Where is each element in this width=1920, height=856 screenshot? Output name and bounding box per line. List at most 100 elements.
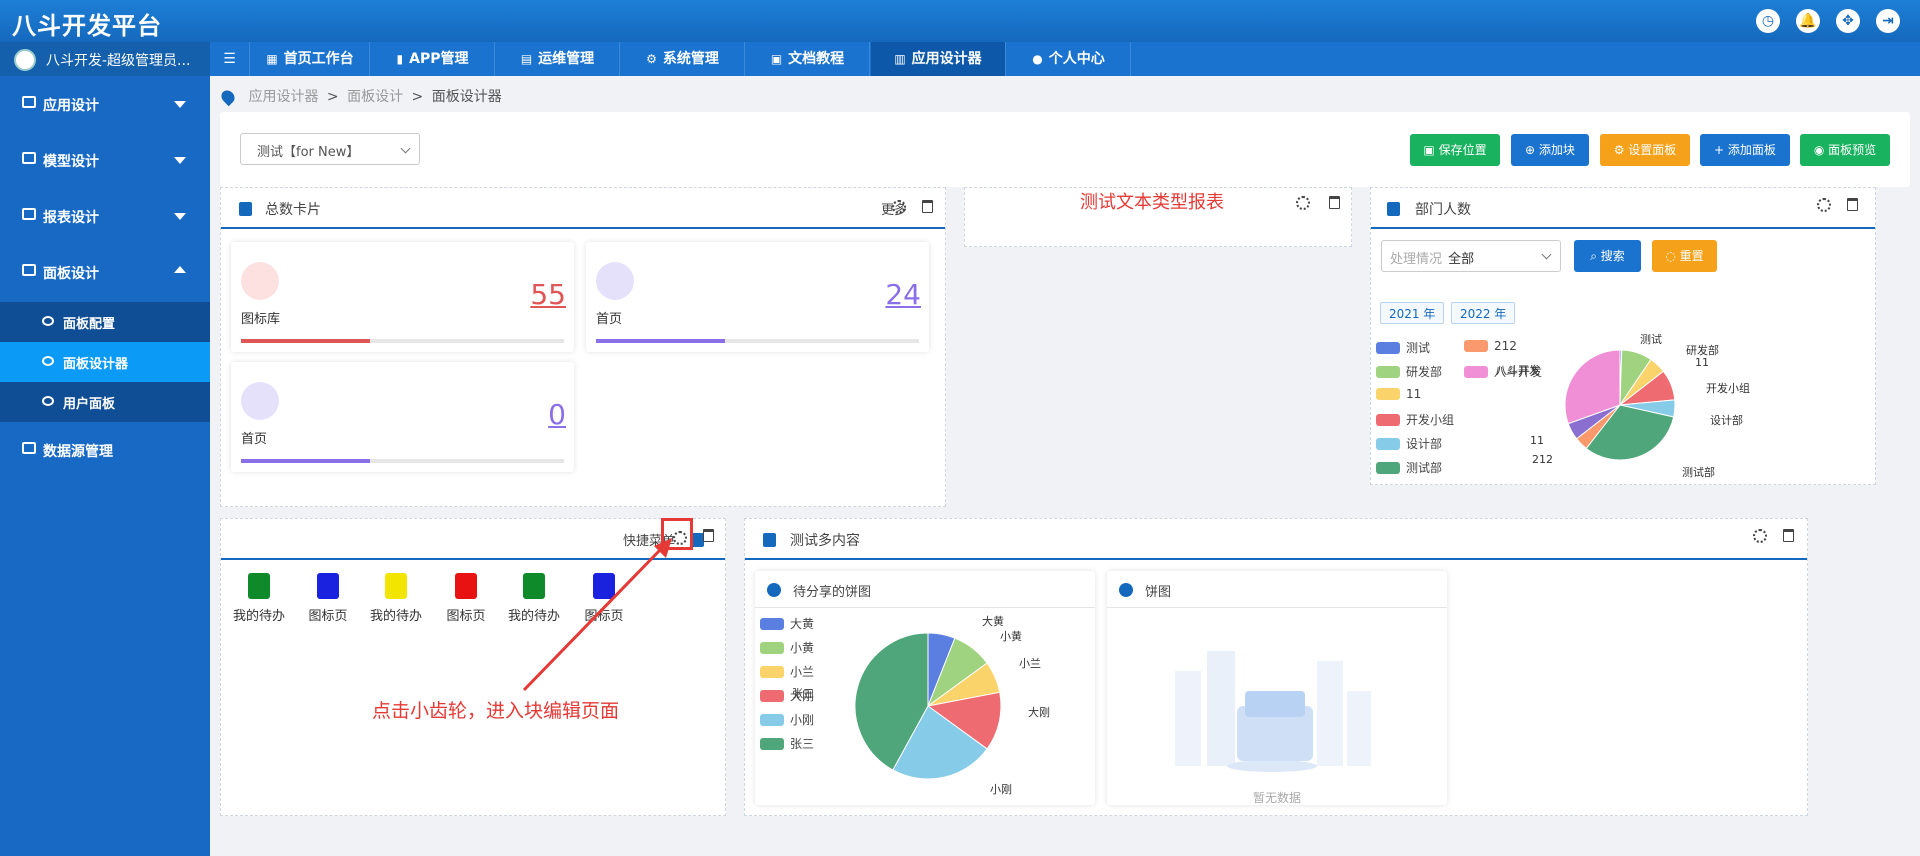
text-report-panel: 测试文本类型报表 bbox=[964, 187, 1352, 247]
filter-placeholder: 处理情况 bbox=[1390, 252, 1443, 267]
panel-header: 部门人数 bbox=[1371, 188, 1875, 229]
legend-item[interactable]: 212 bbox=[1464, 339, 1517, 353]
save-position-button[interactable]: ▣ 保存位置 bbox=[1410, 134, 1500, 166]
quick-menu-item[interactable]: 我的待办 bbox=[229, 573, 289, 624]
chevron-down-icon bbox=[174, 157, 186, 164]
legend-label: 张三 bbox=[790, 737, 815, 751]
button-label: 添加块 bbox=[1538, 143, 1575, 157]
tab-docs[interactable]: ▣ 文档教程 bbox=[746, 42, 870, 76]
pie-label: 八斗开发 bbox=[1496, 364, 1540, 377]
pie-label: 11 bbox=[1695, 356, 1709, 369]
panel-title: 总数卡片 bbox=[265, 202, 321, 218]
add-block-button[interactable]: ⊕ 添加块 bbox=[1511, 134, 1589, 166]
legend-item[interactable]: 小黄 bbox=[760, 639, 814, 656]
settings-gear-icon[interactable] bbox=[892, 200, 906, 214]
legend-label: 研发部 bbox=[1406, 365, 1443, 379]
tab-ops[interactable]: ▤ 运维管理 bbox=[496, 42, 620, 76]
logout-icon[interactable]: ⇥ bbox=[1876, 9, 1900, 33]
legend-item[interactable]: 小兰 bbox=[760, 663, 814, 680]
quick-menu-item[interactable]: 图标页 bbox=[436, 573, 496, 624]
pie-label: 开发小组 bbox=[1706, 382, 1750, 395]
tab-designer[interactable]: ▥ 应用设计器 bbox=[871, 42, 1006, 76]
sidebar-item-panel-design[interactable]: 面板设计 bbox=[0, 244, 210, 300]
sidebar-sub-panel-config[interactable]: 面板配置 bbox=[0, 302, 210, 342]
sidebar-item-report-design[interactable]: 报表设计 bbox=[0, 188, 210, 244]
year-tag[interactable]: 2022 年 bbox=[1451, 302, 1516, 324]
sidebar-sub-label: 用户面板 bbox=[63, 397, 116, 412]
sidebar-sub-panel-designer[interactable]: 面板设计器 bbox=[0, 342, 210, 382]
settings-gear-icon[interactable] bbox=[1753, 529, 1767, 543]
clock-icon[interactable]: ◷ bbox=[1756, 9, 1780, 33]
delete-icon[interactable] bbox=[1329, 196, 1340, 209]
tab-home[interactable]: ▦ 首页工作台 bbox=[251, 42, 370, 76]
legend-item[interactable]: 张三 bbox=[760, 735, 814, 752]
set-panel-button[interactable]: ⚙ 设置面板 bbox=[1600, 134, 1690, 166]
add-panel-button[interactable]: + 添加面板 bbox=[1700, 134, 1790, 166]
panel-select[interactable]: 测试【for New】 bbox=[240, 133, 420, 165]
legend-item[interactable]: 测试部 bbox=[1376, 459, 1442, 476]
bell-icon[interactable]: 🔔 bbox=[1796, 9, 1820, 33]
sidebar-item-datasource[interactable]: 数据源管理 bbox=[0, 422, 210, 478]
legend-item[interactable]: 大黄 bbox=[760, 615, 814, 632]
chevron-down-icon bbox=[400, 143, 411, 154]
status-filter[interactable]: 处理情况 全部 bbox=[1381, 240, 1561, 272]
tab-label: 系统管理 bbox=[662, 51, 719, 67]
legend-swatch bbox=[1376, 438, 1400, 450]
legend-item[interactable]: 11 bbox=[1376, 387, 1421, 401]
legend-item[interactable]: 开发小组 bbox=[1376, 411, 1454, 428]
delete-icon[interactable] bbox=[1783, 529, 1794, 542]
dot-icon bbox=[767, 583, 781, 597]
panel-title: 测试文本类型报表 bbox=[1080, 192, 1224, 213]
stat-card-label: 首页 bbox=[241, 432, 268, 447]
divider bbox=[1107, 607, 1447, 608]
legend-item[interactable]: 测试 bbox=[1376, 339, 1430, 356]
fullscreen-icon[interactable]: ✥ bbox=[1836, 9, 1860, 33]
chevron-down-icon bbox=[174, 101, 186, 108]
doc-icon: ▤ bbox=[520, 52, 533, 66]
legend-label: 测试 bbox=[1406, 341, 1431, 355]
breadcrumb-sep: > bbox=[326, 89, 339, 105]
preview-panel-button[interactable]: ◉ 面板预览 bbox=[1800, 134, 1890, 166]
delete-icon[interactable] bbox=[922, 200, 933, 213]
stat-card[interactable]: 图标库 55 bbox=[231, 242, 574, 352]
sidebar-item-label: 报表设计 bbox=[43, 210, 99, 226]
database-icon bbox=[22, 442, 36, 454]
legend-item[interactable]: 研发部 bbox=[1376, 363, 1442, 380]
cube-icon bbox=[22, 152, 36, 164]
chevron-up-icon bbox=[174, 266, 186, 273]
legend-swatch bbox=[1464, 340, 1488, 352]
breadcrumb-link[interactable]: 面板设计 bbox=[347, 89, 403, 105]
empty-text: 暂无数据 bbox=[1252, 791, 1301, 805]
tab-app[interactable]: ▮ APP管理 bbox=[371, 42, 495, 76]
stat-card[interactable]: 首页 0 bbox=[231, 362, 574, 472]
button-label: 设置面板 bbox=[1628, 143, 1677, 157]
quick-menu-item[interactable]: 图标页 bbox=[298, 573, 358, 624]
sidebar-sub-user-panel[interactable]: 用户面板 bbox=[0, 382, 210, 422]
quick-menu-item[interactable]: 我的待办 bbox=[366, 573, 426, 624]
shortcut-icon bbox=[385, 573, 407, 599]
search-button[interactable]: ⌕ 搜索 bbox=[1574, 240, 1641, 272]
tab-system[interactable]: ⚙ 系统管理 bbox=[621, 42, 745, 76]
total-cards-panel: 总数卡片 更多 图标库 55 首页 24 首页 0 bbox=[220, 187, 946, 507]
menu-toggle-icon[interactable]: ☰ bbox=[210, 42, 250, 76]
settings-gear-icon[interactable] bbox=[1296, 196, 1310, 210]
legend-item[interactable]: 设计部 bbox=[1376, 435, 1442, 452]
user-box[interactable]: 八斗开发-超级管理员... bbox=[0, 42, 210, 76]
tab-profile[interactable]: ● 个人中心 bbox=[1007, 42, 1131, 76]
delete-icon[interactable] bbox=[1847, 198, 1858, 211]
reset-button[interactable]: ◌ 重置 bbox=[1652, 240, 1717, 272]
year-tag[interactable]: 2021 年 bbox=[1380, 302, 1445, 324]
stat-card[interactable]: 首页 24 bbox=[586, 242, 929, 352]
progress-bar bbox=[241, 339, 564, 343]
filter-value: 全部 bbox=[1448, 252, 1475, 267]
settings-gear-icon[interactable] bbox=[1817, 198, 1831, 212]
legend-item[interactable]: 小刚 bbox=[760, 711, 814, 728]
button-label: 面板预览 bbox=[1828, 143, 1877, 157]
sidebar-item-app-design[interactable]: 应用设计 bbox=[0, 76, 210, 132]
home-icon bbox=[596, 262, 634, 300]
legend-label: 设计部 bbox=[1406, 437, 1443, 451]
breadcrumb-link[interactable]: 应用设计器 bbox=[248, 89, 318, 105]
sidebar-item-model-design[interactable]: 模型设计 bbox=[0, 132, 210, 188]
delete-icon[interactable] bbox=[703, 529, 714, 542]
pie-label: 大刚 bbox=[1028, 706, 1050, 719]
